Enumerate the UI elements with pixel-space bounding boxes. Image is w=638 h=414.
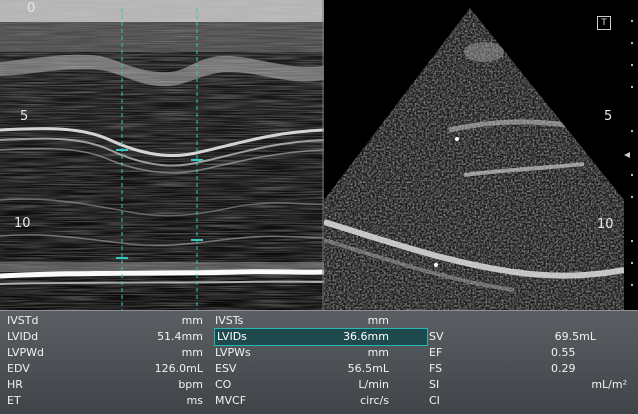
meas-row-edv[interactable]: EDV 126.0mL [7, 361, 203, 377]
meas-row-si[interactable]: SI mL/m² [429, 377, 629, 393]
meas-label: MVCF [215, 394, 247, 407]
meas-value: mL/m² [591, 378, 627, 391]
meas-row-sv[interactable]: SV 69.5mL [429, 329, 629, 345]
depth-label-0: 0 [27, 1, 36, 16]
meas-value: 126.0mL [154, 362, 203, 375]
meas-row-mvcf[interactable]: MVCF circ/s [215, 393, 427, 409]
meas-row-lvpwd[interactable]: LVPWd mm [7, 345, 203, 361]
sector-depth-label-10: 10 [597, 217, 614, 232]
sector-depth-label-5: 5 [604, 109, 613, 124]
meas-label: CI [429, 394, 440, 407]
meas-label: SV [429, 330, 444, 343]
meas-row-et[interactable]: ET ms [7, 393, 203, 409]
meas-label: ET [7, 394, 21, 407]
meas-label: ESV [215, 362, 237, 375]
meas-row-ivsts[interactable]: IVSTs mm [215, 313, 427, 329]
meas-value: 0.29 [551, 362, 576, 375]
meas-label: EF [429, 346, 443, 359]
meas-label: LVPWd [7, 346, 44, 359]
meas-label: LVIDd [7, 330, 39, 343]
meas-label: LVIDs [217, 330, 247, 343]
meas-value: bpm [178, 378, 203, 391]
meas-label: IVSTd [7, 314, 39, 327]
meas-row-lvids-selected[interactable]: LVIDs 36.6mm [214, 328, 428, 346]
meas-label: EDV [7, 362, 30, 375]
meas-row-ef[interactable]: EF 0.55 [429, 345, 629, 361]
meas-label: SI [429, 378, 440, 391]
meas-value: mm [181, 346, 203, 359]
depth-label-10: 10 [14, 216, 31, 231]
meas-row-hr[interactable]: HR bpm [7, 377, 203, 393]
meas-label: HR [7, 378, 23, 391]
meas-value: mm [181, 314, 203, 327]
meas-label: FS [429, 362, 443, 375]
orientation-marker-icon: T [597, 16, 611, 30]
meas-label: LVPWs [215, 346, 251, 359]
meas-value: ms [186, 394, 203, 407]
meas-row-co[interactable]: CO L/min [215, 377, 427, 393]
meas-row-fs[interactable]: FS 0.29 [429, 361, 629, 377]
meas-row-lvpws[interactable]: LVPWs mm [215, 345, 427, 361]
meas-value: mm [367, 314, 389, 327]
measurement-panel: IVSTd mm LVIDd 51.4mm LVPWd mm EDV 126.0… [0, 310, 638, 414]
meas-value: 0.55 [551, 346, 576, 359]
meas-value: 69.5mL [554, 330, 596, 343]
meas-row-ivstd[interactable]: IVSTd mm [7, 313, 203, 329]
meas-label: IVSTs [215, 314, 244, 327]
ultrasound-image-area: 0 5 10 T 5 10 [0, 0, 638, 310]
m-mode-display[interactable] [0, 0, 324, 310]
meas-value: circ/s [360, 394, 389, 407]
meas-label: CO [215, 378, 232, 391]
meas-value: 51.4mm [157, 330, 203, 343]
meas-value: mm [367, 346, 389, 359]
meas-value: L/min [358, 378, 389, 391]
meas-value: 36.6mm [343, 330, 389, 343]
meas-row-esv[interactable]: ESV 56.5mL [215, 361, 427, 377]
meas-row-ci[interactable]: CI [429, 393, 629, 409]
2d-sector-display[interactable] [324, 0, 638, 310]
meas-value: 56.5mL [347, 362, 389, 375]
depth-label-5: 5 [20, 109, 29, 124]
meas-row-lvidd[interactable]: LVIDd 51.4mm [7, 329, 203, 345]
